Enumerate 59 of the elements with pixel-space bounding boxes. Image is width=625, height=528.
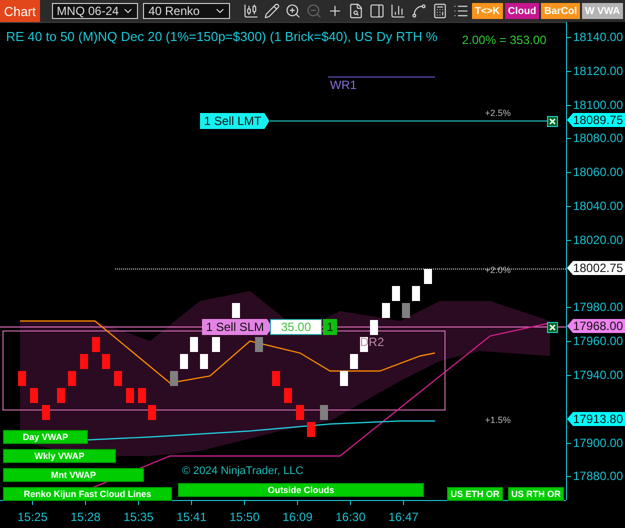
calculator-icon[interactable]	[432, 3, 448, 19]
close-icon[interactable]	[547, 322, 558, 333]
instrument-dropdown[interactable]: MNQ 06-24	[52, 3, 138, 19]
period-dropdown[interactable]: 40 Renko	[143, 3, 230, 19]
percent-label: +2.0%	[485, 265, 511, 275]
indicator-toggle[interactable]: BarCol	[541, 3, 580, 19]
order-quantity[interactable]: 1	[323, 319, 337, 335]
price-tick-label: 18120.00	[567, 64, 624, 78]
indicator-toggle[interactable]: W VWA	[582, 3, 623, 19]
indicator-button[interactable]: Mnt VWAP	[3, 468, 144, 482]
bar-chart-icon[interactable]	[390, 3, 406, 19]
price-tick-label: 18140.00	[567, 30, 624, 44]
percent-label: +2.5%	[485, 108, 511, 118]
time-tick-label: 15:28	[59, 501, 112, 528]
chart-tab[interactable]: Chart	[0, 0, 40, 22]
time-tick-label: 15:50	[218, 501, 271, 528]
pencil-icon[interactable]	[264, 3, 280, 19]
copyright-text: © 2024 NinjaTrader, LLC	[182, 465, 304, 477]
price-marker: 17968.00	[567, 319, 625, 333]
price-marker: 17913.80	[567, 412, 625, 426]
price-tick-label: 17880.00	[567, 469, 624, 484]
time-tick-label: 15:25	[6, 501, 59, 528]
zoom-in-icon[interactable]	[284, 3, 301, 19]
indicator-button[interactable]: Day VWAP	[3, 430, 88, 444]
chart-title: RE 40 to 50 (M)NQ Dec 20 (1%=150p=$300) (1 Brick=$40), US Dy RTH %	[6, 29, 438, 44]
price-tick-label: 18100.00	[567, 98, 624, 112]
order-label[interactable]: 1 Sell SLM	[202, 319, 272, 335]
price-marker: 18002.75	[567, 261, 625, 275]
time-tick-label: 15:41	[165, 501, 218, 528]
price-tick-label: 18020.00	[567, 232, 624, 247]
time-tick-label: 15:35	[112, 501, 165, 528]
time-tick-label: 16:30	[324, 501, 377, 528]
indicator-toggle[interactable]: T<>K	[472, 3, 503, 19]
close-icon[interactable]	[547, 116, 558, 127]
percent-label: +1.5%	[485, 415, 511, 425]
time-tick-label: 16:09	[271, 501, 324, 528]
price-tick-label: 17980.00	[567, 300, 624, 314]
price-tick-label: 17940.00	[567, 368, 624, 382]
candlestick-icon[interactable]	[242, 3, 259, 19]
indicator-button[interactable]: US RTH OR	[508, 487, 564, 501]
indicator-button[interactable]: Outside Clouds	[178, 483, 424, 497]
line-chart-icon[interactable]	[410, 3, 427, 19]
file-search-icon[interactable]	[348, 3, 364, 19]
pivot-label: WR1	[330, 78, 357, 92]
price-tick-label: 17900.00	[567, 436, 624, 450]
panel-icon[interactable]	[368, 3, 385, 19]
price-tick-label: 18060.00	[567, 165, 624, 180]
order-price-field[interactable]: 35.00	[270, 319, 322, 335]
time-tick-label: 16:47	[377, 501, 430, 528]
range-readout: 2.00% = 353.00	[462, 33, 546, 47]
indicator-button[interactable]: Wkly VWAP	[3, 449, 116, 463]
price-marker: 18089.75	[567, 113, 625, 127]
indicator-button[interactable]: US ETH OR	[447, 487, 503, 501]
order-label[interactable]: 1 Sell LMT	[200, 113, 270, 129]
indicator-button[interactable]: Renko Kijun Fast Cloud Lines	[3, 487, 172, 501]
price-tick-label: 17960.00	[567, 334, 624, 348]
indicator-toggle[interactable]: Cloud	[504, 3, 540, 19]
price-tick-label: 18080.00	[567, 131, 624, 146]
price-tick-label: 18040.00	[567, 199, 624, 213]
